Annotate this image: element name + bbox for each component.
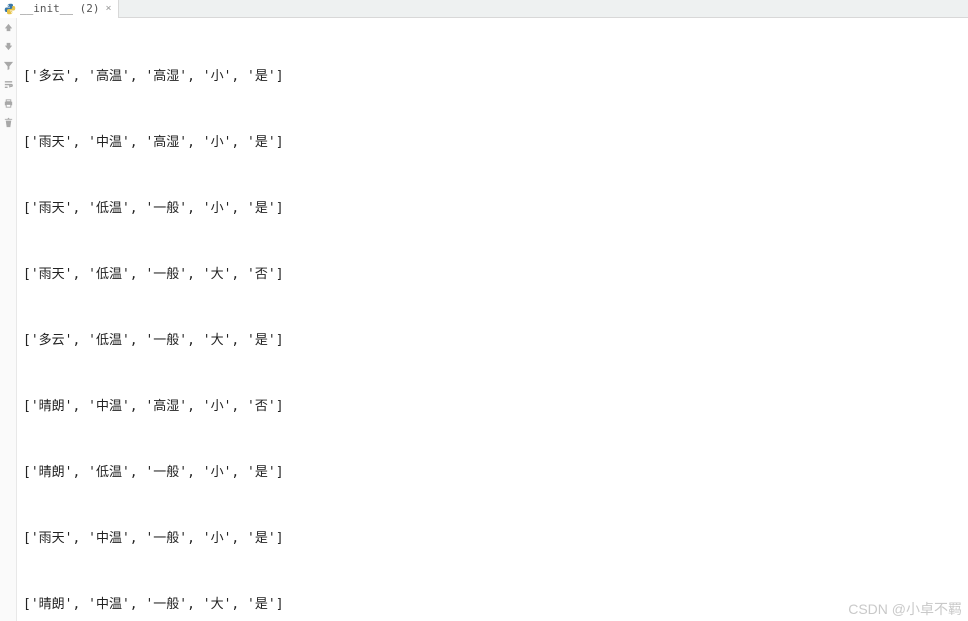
arrow-down-icon[interactable]	[3, 41, 14, 52]
gutter	[0, 18, 17, 621]
python-file-icon	[4, 3, 16, 15]
output-line: ['雨天', '低温', '一般', '小', '是']	[23, 198, 962, 220]
output-line: ['雨天', '低温', '一般', '大', '否']	[23, 264, 962, 286]
trash-icon[interactable]	[3, 117, 14, 128]
output-line: ['多云', '低温', '一般', '大', '是']	[23, 330, 962, 352]
file-tab[interactable]: __init__ (2) ×	[0, 0, 119, 18]
output-line: ['多云', '高温', '高湿', '小', '是']	[23, 66, 962, 88]
output-line: ['晴朗', '低温', '一般', '小', '是']	[23, 462, 962, 484]
wrap-icon[interactable]	[3, 79, 14, 90]
tab-label: __init__ (2)	[20, 2, 99, 15]
editor-layout: ['多云', '高温', '高湿', '小', '是'] ['雨天', '中温'…	[0, 18, 968, 621]
output-line: ['晴朗', '中温', '一般', '大', '是']	[23, 594, 962, 616]
console-output[interactable]: ['多云', '高温', '高湿', '小', '是'] ['雨天', '中温'…	[17, 18, 968, 621]
arrow-up-icon[interactable]	[3, 22, 14, 33]
tab-bar: __init__ (2) ×	[0, 0, 968, 18]
output-line: ['雨天', '中温', '一般', '小', '是']	[23, 528, 962, 550]
output-line: ['晴朗', '中温', '高湿', '小', '否']	[23, 396, 962, 418]
close-icon[interactable]: ×	[105, 4, 111, 14]
print-icon[interactable]	[3, 98, 14, 109]
filter-icon[interactable]	[3, 60, 14, 71]
output-line: ['雨天', '中温', '高湿', '小', '是']	[23, 132, 962, 154]
